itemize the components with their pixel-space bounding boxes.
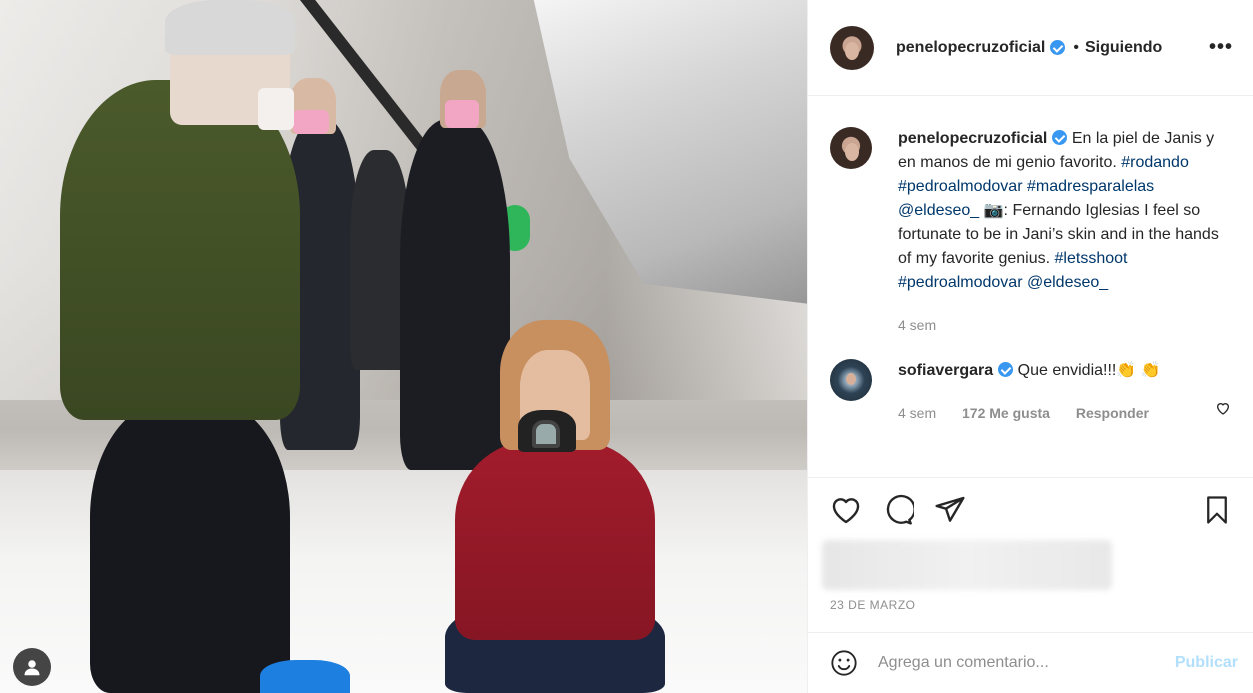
face-mask	[258, 88, 294, 130]
hashtag-link[interactable]: #madresparalelas	[1027, 178, 1154, 195]
post-date[interactable]: 23 DE MARZO	[830, 598, 916, 612]
like-comment-heart-icon[interactable]	[1215, 400, 1231, 416]
comment-button[interactable]	[882, 494, 914, 526]
hashtag-link[interactable]: #pedroalmodovar	[898, 178, 1023, 195]
mention-link[interactable]: @eldeseo_	[898, 202, 979, 219]
verified-icon	[998, 362, 1014, 377]
post-side-panel: penelopecruzoficial • Siguiendo ••• pene…	[807, 0, 1253, 693]
author-info: penelopecruzoficial • Siguiendo	[896, 39, 1162, 57]
actress-sweater	[455, 440, 655, 640]
comment-time[interactable]: 4 sem	[898, 405, 936, 421]
post-header: penelopecruzoficial • Siguiendo •••	[808, 0, 1253, 96]
face-mask	[445, 100, 479, 128]
director-jacket	[60, 80, 300, 420]
director-pants	[90, 400, 290, 693]
comment-icon	[886, 494, 914, 525]
shoe-cover	[260, 660, 350, 693]
hashtag-link[interactable]: #rodando	[1121, 154, 1189, 171]
reply-button[interactable]: Responder	[1076, 405, 1149, 421]
comment-text: Que envidia!!!👏 👏	[1017, 362, 1161, 379]
likes-summary-blurred	[822, 540, 1112, 590]
hashtag-link[interactable]: #letsshoot	[1055, 250, 1128, 267]
following-button[interactable]: Siguiendo	[1085, 39, 1162, 57]
camera-lens	[532, 420, 560, 448]
author-username[interactable]: penelopecruzoficial	[896, 39, 1045, 57]
heart-icon	[832, 497, 860, 523]
tagged-users-button[interactable]	[13, 648, 51, 686]
emoji-button[interactable]	[830, 649, 858, 677]
more-options-icon[interactable]: •••	[1209, 36, 1233, 59]
mention-link[interactable]: @eldeseo_	[1027, 274, 1108, 291]
author-avatar[interactable]	[830, 25, 874, 70]
crew-member	[400, 120, 510, 470]
publish-button[interactable]: Publicar	[1175, 654, 1238, 672]
face-mask	[293, 110, 329, 134]
caption-meta: 4 sem	[898, 313, 1228, 337]
caption-time[interactable]: 4 sem	[898, 317, 936, 333]
save-button[interactable]	[1202, 494, 1232, 526]
hashtag-link[interactable]: #pedroalmodovar	[898, 274, 1023, 291]
user-icon	[24, 660, 40, 676]
caption-username[interactable]: penelopecruzoficial	[898, 130, 1047, 147]
bookmark-icon	[1207, 495, 1227, 524]
comment-meta: 4 sem 172 Me gusta Responder	[898, 401, 1198, 425]
add-comment-bar: Publicar	[808, 632, 1253, 693]
separator-dot: •	[1073, 38, 1079, 56]
verified-icon	[1050, 40, 1066, 55]
caption: penelopecruzoficial En la piel de Janis …	[830, 127, 1234, 337]
comment-body: sofiavergara Que envidia!!!👏 👏 4 sem 172…	[898, 359, 1198, 425]
comment-item: sofiavergara Que envidia!!!👏 👏 4 sem 172…	[830, 359, 1234, 425]
commenter-avatar[interactable]	[830, 359, 872, 401]
emoji-icon	[831, 650, 857, 676]
caption-body: penelopecruzoficial En la piel de Janis …	[898, 127, 1228, 337]
commenter-username[interactable]: sofiavergara	[898, 362, 993, 379]
like-button[interactable]	[830, 494, 862, 526]
post-actions	[808, 477, 1253, 541]
comment-input[interactable]	[878, 654, 1175, 672]
director-hair	[165, 0, 295, 55]
post-photo[interactable]	[0, 0, 807, 693]
comment-likes[interactable]: 172 Me gusta	[962, 405, 1050, 421]
share-button[interactable]	[934, 494, 966, 526]
caption-avatar[interactable]	[830, 127, 872, 169]
paper-plane-icon	[935, 496, 965, 522]
verified-icon	[1052, 130, 1068, 145]
comments-section[interactable]: penelopecruzoficial En la piel de Janis …	[808, 97, 1253, 477]
